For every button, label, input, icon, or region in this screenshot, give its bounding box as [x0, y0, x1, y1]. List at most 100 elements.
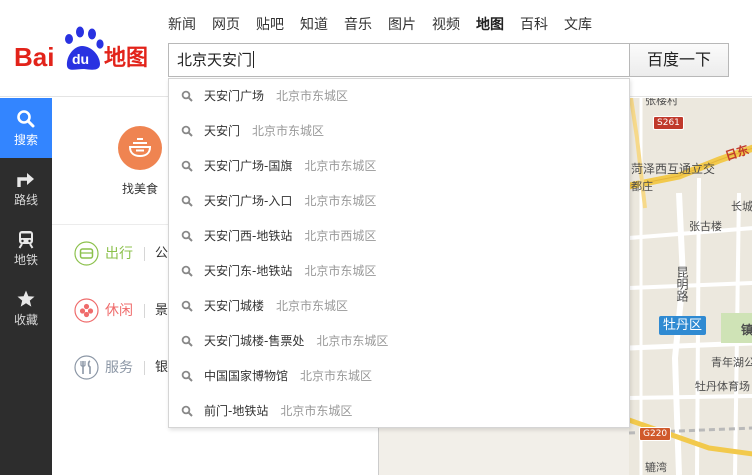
map-label: 都庄: [631, 180, 653, 193]
suggestion-text: 中国国家博物馆 北京市东城区: [204, 368, 372, 384]
search-icon: [181, 335, 193, 347]
suggestion-name: 天安门广场-入口: [204, 194, 293, 208]
logo-text-bai: Bai: [14, 42, 54, 72]
suggestion-name: 天安门广场: [204, 89, 265, 103]
suggestion-name: 天安门西-地铁站: [204, 229, 293, 243]
map-label: 辘湾: [645, 461, 667, 474]
district-label[interactable]: 牡丹区: [659, 316, 707, 335]
search-input-value: 北京天安门: [177, 51, 253, 69]
suggestion-area: 北京市东城区: [276, 89, 349, 103]
suggestion-text: 天安门城楼 北京市东城区: [204, 298, 348, 314]
suggestion-text: 天安门西-地铁站 北京市西城区: [204, 228, 376, 244]
nav-item-music[interactable]: 音乐: [344, 15, 372, 35]
road-badge-s261: S261: [653, 116, 684, 130]
nav-item-baike[interactable]: 百科: [520, 15, 548, 35]
sidebar-item-label: 搜索: [13, 133, 38, 147]
nav-item-images[interactable]: 图片: [388, 15, 416, 35]
suggestion-area: 北京市东城区: [304, 159, 377, 173]
suggestion-item[interactable]: 天安门广场-入口 北京市东城区: [169, 184, 629, 219]
suggestion-item[interactable]: 天安门广场-国旗 北京市东城区: [169, 149, 629, 184]
nav-item-wenku[interactable]: 文库: [564, 15, 592, 35]
baidu-map-logo[interactable]: Bai du 地图: [14, 26, 156, 72]
category-label: 休闲: [105, 303, 133, 319]
search-icon: [17, 110, 35, 128]
nav-item-video[interactable]: 视频: [432, 15, 460, 35]
suggestion-area: 北京市东城区: [252, 124, 325, 138]
food-button[interactable]: [118, 126, 162, 170]
search-icon: [181, 265, 193, 277]
category-first-item[interactable]: 景: [155, 301, 168, 321]
suggestion-name: 天安门城楼-售票处: [204, 334, 305, 348]
suggestion-name: 前门-地铁站: [204, 404, 269, 418]
sidebar-item-search[interactable]: 搜索: [0, 98, 52, 158]
map-label: 昆明路: [675, 266, 689, 302]
sidebar-item-subway[interactable]: 地铁: [0, 218, 52, 278]
suggestion-text: 前门-地铁站 北京市东城区: [204, 403, 352, 419]
suggestion-item[interactable]: 天安门 北京市东城区: [169, 114, 629, 149]
map-label: 长城: [731, 200, 752, 213]
suggestion-area: 北京市东城区: [276, 299, 349, 313]
search-button[interactable]: 百度一下: [629, 43, 729, 77]
search-input[interactable]: 北京天安门: [168, 43, 630, 77]
search-icon: [181, 160, 193, 172]
food-label[interactable]: 找美食: [118, 180, 162, 197]
map-label: 镇: [741, 323, 752, 337]
suggestion-area: 北京市东城区: [316, 334, 389, 348]
service-icon: [74, 355, 99, 380]
search-icon: [181, 195, 193, 207]
suggestion-item[interactable]: 中国国家博物馆 北京市东城区: [169, 359, 629, 394]
map-label: 菏泽西互通立交: [631, 162, 716, 176]
road-badge-g220: G220: [639, 427, 672, 441]
route-icon: [17, 173, 34, 187]
road: [628, 394, 752, 400]
suggestion-area: 北京市西城区: [304, 229, 377, 243]
sidebar-item-label: 地铁: [13, 253, 38, 267]
search-icon: [181, 90, 193, 102]
suggestion-text: 天安门广场 北京市东城区: [204, 88, 348, 104]
sidebar-item-label: 路线: [13, 193, 38, 207]
map-label: 张古楼: [689, 220, 722, 233]
suggestion-name: 天安门城楼: [204, 299, 265, 313]
suggestion-name: 天安门东-地铁站: [204, 264, 293, 278]
separator: [144, 247, 145, 261]
suggestion-area: 北京市东城区: [304, 194, 377, 208]
suggestion-item[interactable]: 天安门东-地铁站 北京市东城区: [169, 254, 629, 289]
nav-item-tieba[interactable]: 贴吧: [256, 15, 284, 35]
map-label: 牡丹体育场: [695, 380, 750, 393]
sidebar-item-favorites[interactable]: 收藏: [0, 278, 52, 338]
suggestion-item[interactable]: 天安门城楼 北京市东城区: [169, 289, 629, 324]
category-label: 服务: [105, 360, 133, 376]
nav-item-web[interactable]: 网页: [212, 15, 240, 35]
search-suggestions: 天安门广场 北京市东城区 天安门 北京市东城区 天安门广场-国旗 北京市东城区 天安门…: [168, 78, 630, 428]
separator: [144, 304, 145, 318]
baidu-map-page: Bai du 地图 新闻 网页 贴吧 知道 音乐 图片 视频 地图 百科 文库: [0, 0, 752, 475]
search-icon: [181, 405, 193, 417]
sidebar-item-route[interactable]: 路线: [0, 158, 52, 218]
suggestion-name: 天安门广场-国旗: [204, 159, 293, 173]
category-first-item[interactable]: 银: [155, 358, 168, 378]
paw-icon: du: [65, 26, 104, 70]
search-icon: [181, 125, 193, 137]
suggestion-item[interactable]: 前门-地铁站 北京市东城区: [169, 394, 629, 429]
search-icon: [181, 370, 193, 382]
sidebar-item-label: 收藏: [13, 313, 38, 327]
suggestion-text: 天安门广场-国旗 北京市东城区: [204, 158, 376, 174]
map-label: 张楼村: [645, 98, 678, 107]
nav-item-zhidao[interactable]: 知道: [300, 15, 328, 35]
suggestion-item[interactable]: 天安门西-地铁站 北京市西城区: [169, 219, 629, 254]
suggestion-text: 天安门广场-入口 北京市东城区: [204, 193, 376, 209]
suggestion-item[interactable]: 天安门广场 北京市东城区: [169, 79, 629, 114]
category-label: 出行: [105, 246, 133, 262]
separator: [144, 361, 145, 375]
food-bowl-icon: [128, 138, 152, 158]
logo-text-map: 地图: [104, 46, 148, 71]
search-icon: [181, 300, 193, 312]
top-nav: 新闻 网页 贴吧 知道 音乐 图片 视频 地图 百科 文库: [168, 15, 608, 35]
suggestion-item[interactable]: 天安门城楼-售票处 北京市东城区: [169, 324, 629, 359]
category-first-item[interactable]: 公: [155, 244, 168, 264]
car-icon: [74, 241, 99, 266]
sidebar: 搜索 路线 地铁 收藏: [0, 98, 52, 475]
nav-item-news[interactable]: 新闻: [168, 15, 196, 35]
flower-icon: [74, 298, 99, 323]
nav-item-map[interactable]: 地图: [476, 15, 504, 35]
